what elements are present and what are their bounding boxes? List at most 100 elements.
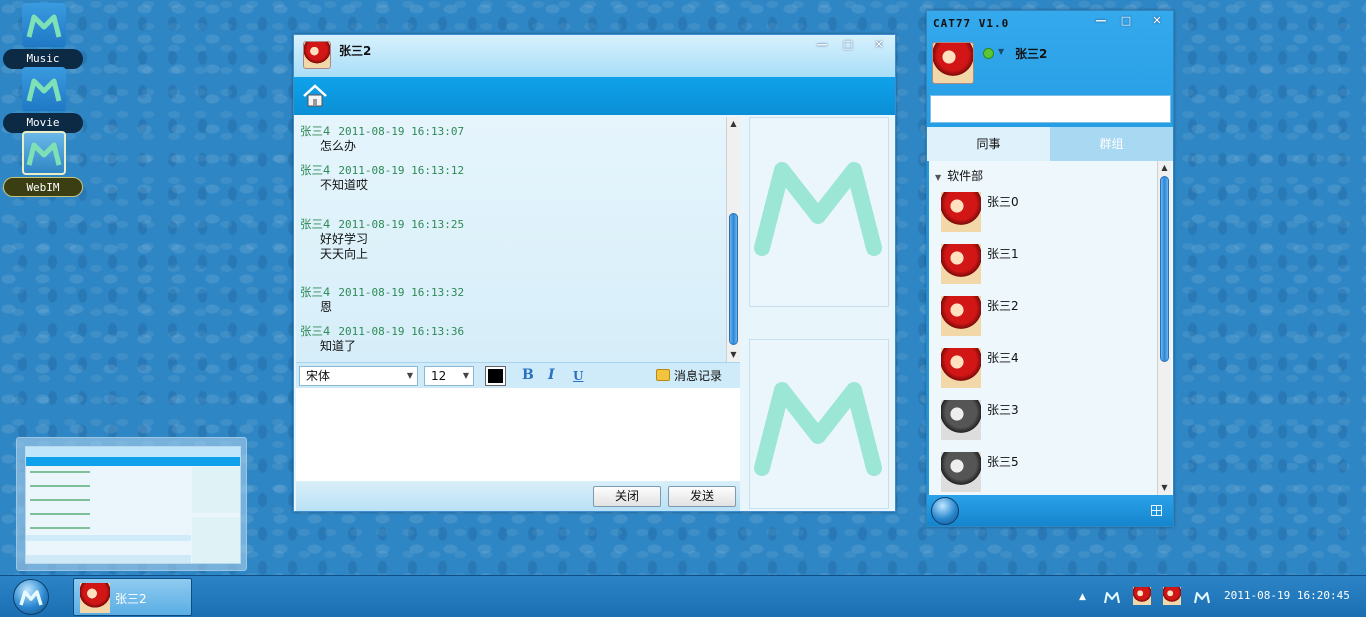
contact-item[interactable]: 张三0 xyxy=(941,192,1141,232)
minimize-icon[interactable]: — xyxy=(811,37,833,53)
message-item: 张三4 2011-08-19 16:13:32 恩 xyxy=(300,284,464,315)
grid-icon[interactable] xyxy=(1151,505,1162,516)
contact-name: 张三2 xyxy=(987,299,1019,313)
message-scrollbar[interactable]: ▲ ▼ xyxy=(726,117,740,362)
contact-name: 张三4 xyxy=(987,351,1019,365)
taskbar: 张三2 ▲ 2011-08-19 16:20:45 xyxy=(0,575,1366,617)
tray-contact-avatar[interactable] xyxy=(1163,587,1181,605)
message-time: 2011-08-19 16:13:32 xyxy=(338,286,465,299)
contact-item[interactable]: 张三3 xyxy=(941,400,1141,440)
app-logo-icon[interactable] xyxy=(1193,589,1211,605)
contact-avatar-offline xyxy=(941,452,981,492)
contact-name: 张三3 xyxy=(987,403,1019,417)
message-sender: 张三4 xyxy=(300,124,331,138)
scroll-down-icon[interactable]: ▼ xyxy=(1158,481,1171,495)
history-label: 消息记录 xyxy=(674,369,723,383)
scrollbar-thumb[interactable] xyxy=(729,213,738,345)
tab-colleagues[interactable]: 同事 xyxy=(927,127,1050,161)
message-time: 2011-08-19 16:13:07 xyxy=(338,125,465,138)
message-sender: 张三4 xyxy=(300,163,331,177)
contact-item[interactable]: 张三5 xyxy=(941,452,1141,492)
message-item: 张三4 2011-08-19 16:13:07 怎么办 xyxy=(300,123,464,154)
font-color-picker[interactable] xyxy=(485,366,506,386)
tab-groups[interactable]: 群组 xyxy=(1050,127,1173,161)
underline-button[interactable]: U xyxy=(573,369,583,383)
format-toolbar: 宋体 ▼ 12 ▼ B I U 消息记录 xyxy=(296,362,740,388)
music-app-icon xyxy=(22,3,66,47)
font-size-value: 12 xyxy=(431,369,447,383)
font-family-select[interactable]: 宋体 ▼ xyxy=(299,366,418,386)
font-size-select[interactable]: 12 ▼ xyxy=(424,366,474,386)
message-history: 张三4 2011-08-19 16:13:07 怎么办 张三4 2011-08-19… xyxy=(296,117,740,362)
chat-toolbar xyxy=(294,77,895,115)
buddy-list-window[interactable]: CAT77 V1.0 — □ ✕ ▼ 张三2 同事 群组 ▼ 软件部 张三0 张三… xyxy=(926,10,1174,527)
app-logo-icon xyxy=(754,162,882,256)
contact-name: 张三5 xyxy=(987,455,1019,469)
message-text: 好好学习 xyxy=(320,232,369,246)
contact-avatar xyxy=(941,192,981,232)
home-icon[interactable] xyxy=(302,83,328,109)
message-text: 天天向上 xyxy=(320,247,369,261)
chat-title-bar[interactable]: 张三2 — □ ✕ xyxy=(294,35,895,77)
desktop-icon-label: WebIM xyxy=(3,177,83,197)
tray-expand-icon[interactable]: ▲ xyxy=(1079,576,1086,617)
app-logo-icon xyxy=(19,590,43,606)
font-family-value: 宋体 xyxy=(306,369,331,383)
italic-button[interactable]: I xyxy=(548,367,555,383)
online-status-icon[interactable] xyxy=(983,48,994,59)
group-header[interactable]: ▼ 软件部 xyxy=(935,167,983,184)
search-input[interactable] xyxy=(930,95,1171,123)
maximize-icon[interactable]: □ xyxy=(1115,13,1137,29)
chevron-down-icon: ▼ xyxy=(935,173,942,182)
chat-button-bar: 关闭 发送 xyxy=(296,481,740,511)
close-button[interactable]: 关闭 xyxy=(593,486,661,507)
window-thumbnail-preview[interactable] xyxy=(16,437,247,571)
desktop-icon-label: Music xyxy=(3,49,83,69)
maximize-icon[interactable]: □ xyxy=(837,37,859,53)
contact-avatar-offline xyxy=(941,400,981,440)
chevron-down-icon: ▼ xyxy=(406,371,413,380)
contact-item[interactable]: 张三4 xyxy=(941,348,1141,388)
send-button[interactable]: 发送 xyxy=(668,486,736,507)
contact-scrollbar[interactable]: ▲ ▼ xyxy=(1157,161,1171,495)
desktop-icon-label: Movie xyxy=(3,113,83,133)
message-time: 2011-08-19 16:13:25 xyxy=(338,218,465,231)
main-menu-icon[interactable] xyxy=(931,497,959,525)
app-logo-icon[interactable] xyxy=(1103,589,1121,605)
buddy-bottom-bar xyxy=(927,495,1173,526)
clock: 2011-08-19 16:20:45 xyxy=(1224,589,1350,602)
movie-app-icon xyxy=(22,67,66,111)
scrollbar-thumb[interactable] xyxy=(1160,176,1169,362)
scroll-down-icon[interactable]: ▼ xyxy=(727,348,740,362)
color-swatch xyxy=(488,369,503,383)
contact-item[interactable]: 张三2 xyxy=(941,296,1141,336)
chat-contact-name: 张三2 xyxy=(339,44,372,58)
close-icon[interactable]: ✕ xyxy=(1146,13,1168,29)
message-time: 2011-08-19 16:13:36 xyxy=(338,325,465,338)
thumbnail-content xyxy=(25,446,241,564)
group-name: 软件部 xyxy=(947,169,984,183)
message-sender: 张三4 xyxy=(300,324,331,338)
message-input[interactable] xyxy=(296,388,740,481)
scroll-up-icon[interactable]: ▲ xyxy=(1158,161,1171,175)
contact-avatar xyxy=(941,244,981,284)
message-text: 不知道哎 xyxy=(320,178,369,192)
contact-avatar xyxy=(80,583,110,613)
contact-item[interactable]: 张三1 xyxy=(941,244,1141,284)
bold-button[interactable]: B xyxy=(522,367,534,383)
chevron-down-icon: ▼ xyxy=(462,371,469,380)
start-button[interactable] xyxy=(13,579,49,615)
app-logo-icon xyxy=(754,382,882,476)
my-avatar[interactable] xyxy=(932,42,974,84)
scroll-up-icon[interactable]: ▲ xyxy=(727,117,740,131)
contact-profile-panel xyxy=(749,117,889,307)
message-time: 2011-08-19 16:13:12 xyxy=(338,164,465,177)
close-icon[interactable]: ✕ xyxy=(868,37,890,53)
tray-contact-avatar[interactable] xyxy=(1133,587,1151,605)
app-title: CAT77 V1.0 xyxy=(933,17,1010,30)
minimize-icon[interactable]: — xyxy=(1090,13,1112,29)
chat-window[interactable]: 张三2 — □ ✕ 张三4 2011-08-19 16:13:07 怎么办 张三4… xyxy=(293,34,896,512)
taskbar-chat-button[interactable]: 张三2 xyxy=(73,578,192,616)
status-dropdown-icon[interactable]: ▼ xyxy=(998,47,1004,56)
message-history-button[interactable]: 消息记录 xyxy=(656,367,722,384)
